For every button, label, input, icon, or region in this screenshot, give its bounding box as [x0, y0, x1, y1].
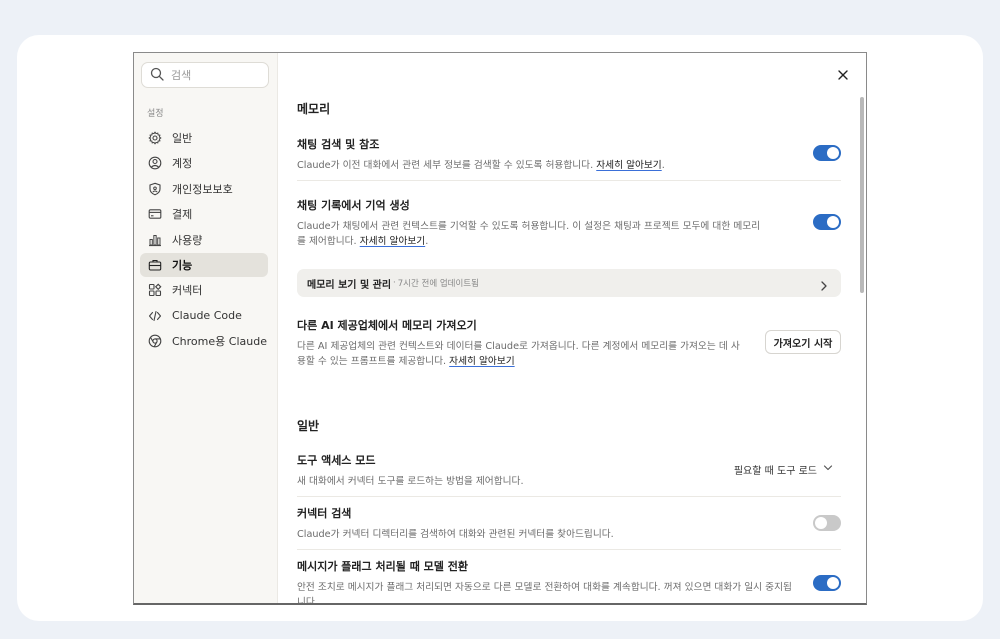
tool-access-selected: 필요할 때 도구 로드 — [733, 466, 817, 477]
settings-window: 검색 설정 일반 계정 개인정보보호 결제 사용량 기능 커넥터 Claude … — [133, 52, 867, 605]
briefcase-icon — [148, 258, 162, 272]
sidebar-item-features[interactable]: 기능 — [140, 252, 268, 277]
sidebar-item-chrome[interactable]: Chrome용 Claude — [140, 329, 268, 353]
sidebar-item-label: 결제 — [172, 208, 193, 222]
sidebar-item-label: 일반 — [172, 132, 193, 145]
chat-search-toggle[interactable] — [813, 145, 841, 161]
search-input[interactable]: 검색 — [141, 62, 269, 88]
memory-manage-title: 메모리 보기 및 관리 — [307, 279, 392, 291]
connector-search-title: 커넥터 검색 — [297, 507, 352, 520]
sidebar-item-connectors[interactable]: 커넥터 — [140, 278, 268, 302]
chevron-down-icon — [817, 464, 833, 475]
chat-memory-row: 채팅 기록에서 기억 생성 Claude가 채팅에서 관련 컨텍스트를 기억할 … — [297, 199, 841, 249]
connector-search-toggle[interactable] — [813, 515, 841, 531]
credit-card-icon — [148, 207, 162, 221]
sidebar-item-billing[interactable]: 결제 — [140, 202, 268, 226]
model-switch-row: 메시지가 플래그 처리될 때 모델 전환 안전 조치로 메시지가 플래그 처리되… — [297, 560, 841, 605]
search-icon — [150, 66, 164, 85]
general-section-title: 일반 — [297, 419, 320, 433]
sidebar-item-account[interactable]: 계정 — [140, 151, 268, 175]
chat-search-desc: Claude가 이전 대화에서 관련 세부 정보를 검색할 수 있도록 허용합니… — [297, 160, 665, 171]
tool-access-row: 도구 액세스 모드 새 대화에서 커넥터 도구를 로드하는 방법을 제어합니다.… — [297, 454, 841, 489]
toggle-knob — [827, 147, 839, 159]
chevron-right-icon — [819, 277, 829, 291]
chat-search-title: 채팅 검색 및 참조 — [297, 138, 380, 151]
learn-more-link[interactable]: 자세히 알아보기 — [360, 236, 425, 247]
divider — [297, 180, 841, 181]
import-memory-desc: 다른 AI 제공업체의 관련 컨텍스트와 데이터를 Claude로 가져옵니다.… — [297, 341, 740, 367]
memory-section-title: 메모리 — [297, 102, 331, 116]
chat-memory-desc: Claude가 채팅에서 관련 컨텍스트를 기억할 수 있도록 허용합니다. 이… — [297, 221, 761, 247]
chat-memory-title: 채팅 기록에서 기억 생성 — [297, 199, 410, 212]
close-button[interactable] — [836, 67, 850, 81]
sidebar-item-claude-code[interactable]: Claude Code — [140, 304, 268, 328]
bar-chart-icon — [148, 233, 162, 247]
import-memory-title: 다른 AI 제공업체에서 메모리 가져오기 — [297, 319, 477, 332]
model-switch-title: 메시지가 플래그 처리될 때 모델 전환 — [297, 560, 468, 573]
toggle-knob — [815, 517, 827, 529]
search-placeholder: 검색 — [171, 69, 192, 82]
chat-search-row: 채팅 검색 및 참조 Claude가 이전 대화에서 관련 세부 정보를 검색할… — [297, 138, 841, 173]
tool-access-select[interactable]: 필요할 때 도구 로드 — [734, 462, 833, 477]
memory-updated-time: 7시간 전에 업데이트됨 — [397, 279, 479, 289]
tool-access-desc: 새 대화에서 커넥터 도구를 로드하는 방법을 제어합니다. — [297, 476, 524, 487]
sidebar: 검색 설정 일반 계정 개인정보보호 결제 사용량 기능 커넥터 Claude … — [134, 53, 278, 603]
sidebar-item-label: 사용량 — [172, 233, 203, 247]
sidebar-item-usage[interactable]: 사용량 — [140, 228, 268, 252]
learn-more-link[interactable]: 자세히 알아보기 — [596, 160, 661, 171]
connector-search-desc: Claude가 커넥터 디렉터리를 검색하여 대화와 관련된 커넥터를 찾아드립… — [297, 529, 614, 540]
divider — [297, 549, 841, 550]
scrollbar[interactable] — [860, 97, 864, 293]
sidebar-item-general[interactable]: 일반 — [140, 126, 268, 150]
import-memory-row: 다른 AI 제공업체에서 메모리 가져오기 다른 AI 제공업체의 관련 컨텍스… — [297, 319, 841, 369]
sidebar-section-label: 설정 — [147, 109, 164, 119]
sidebar-item-label: 커넥터 — [172, 284, 203, 298]
sidebar-item-privacy[interactable]: 개인정보보호 — [140, 177, 268, 201]
user-circle-icon — [148, 156, 162, 170]
chat-memory-toggle[interactable] — [813, 214, 841, 230]
sidebar-nav: 일반 계정 개인정보보호 결제 사용량 기능 커넥터 Claude Code C… — [140, 126, 268, 355]
toggle-knob — [827, 577, 839, 589]
gear-icon — [148, 131, 162, 145]
sidebar-item-label: Chrome용 Claude — [172, 335, 267, 349]
toggle-knob — [827, 216, 839, 228]
sidebar-item-label: 기능 — [172, 258, 193, 272]
connector-search-row: 커넥터 검색 Claude가 커넥터 디렉터리를 검색하여 대화와 관련된 커넥… — [297, 507, 841, 542]
close-icon — [836, 67, 850, 86]
sidebar-item-label: 개인정보보호 — [172, 182, 233, 196]
learn-more-link[interactable]: 자세히 알아보기 — [449, 356, 514, 367]
memory-manage-bar[interactable]: 메모리 보기 및 관리 · 7시간 전에 업데이트됨 — [297, 269, 841, 297]
chrome-icon — [148, 334, 162, 348]
sidebar-item-label: Claude Code — [172, 309, 242, 323]
code-icon — [148, 309, 162, 323]
model-switch-desc: 안전 조치로 메시지가 플래그 처리되면 자동으로 다른 모델로 전환하여 대화… — [297, 582, 792, 605]
start-import-button[interactable]: 가져오기 시작 — [765, 330, 841, 354]
sidebar-item-label: 계정 — [172, 157, 193, 171]
shield-icon — [148, 182, 162, 196]
divider — [297, 496, 841, 497]
main-panel: 메모리 채팅 검색 및 참조 Claude가 이전 대화에서 관련 세부 정보를… — [279, 53, 866, 603]
memory-manage-separator: · — [393, 278, 396, 288]
puzzle-icon — [148, 283, 162, 297]
model-switch-toggle[interactable] — [813, 575, 841, 591]
